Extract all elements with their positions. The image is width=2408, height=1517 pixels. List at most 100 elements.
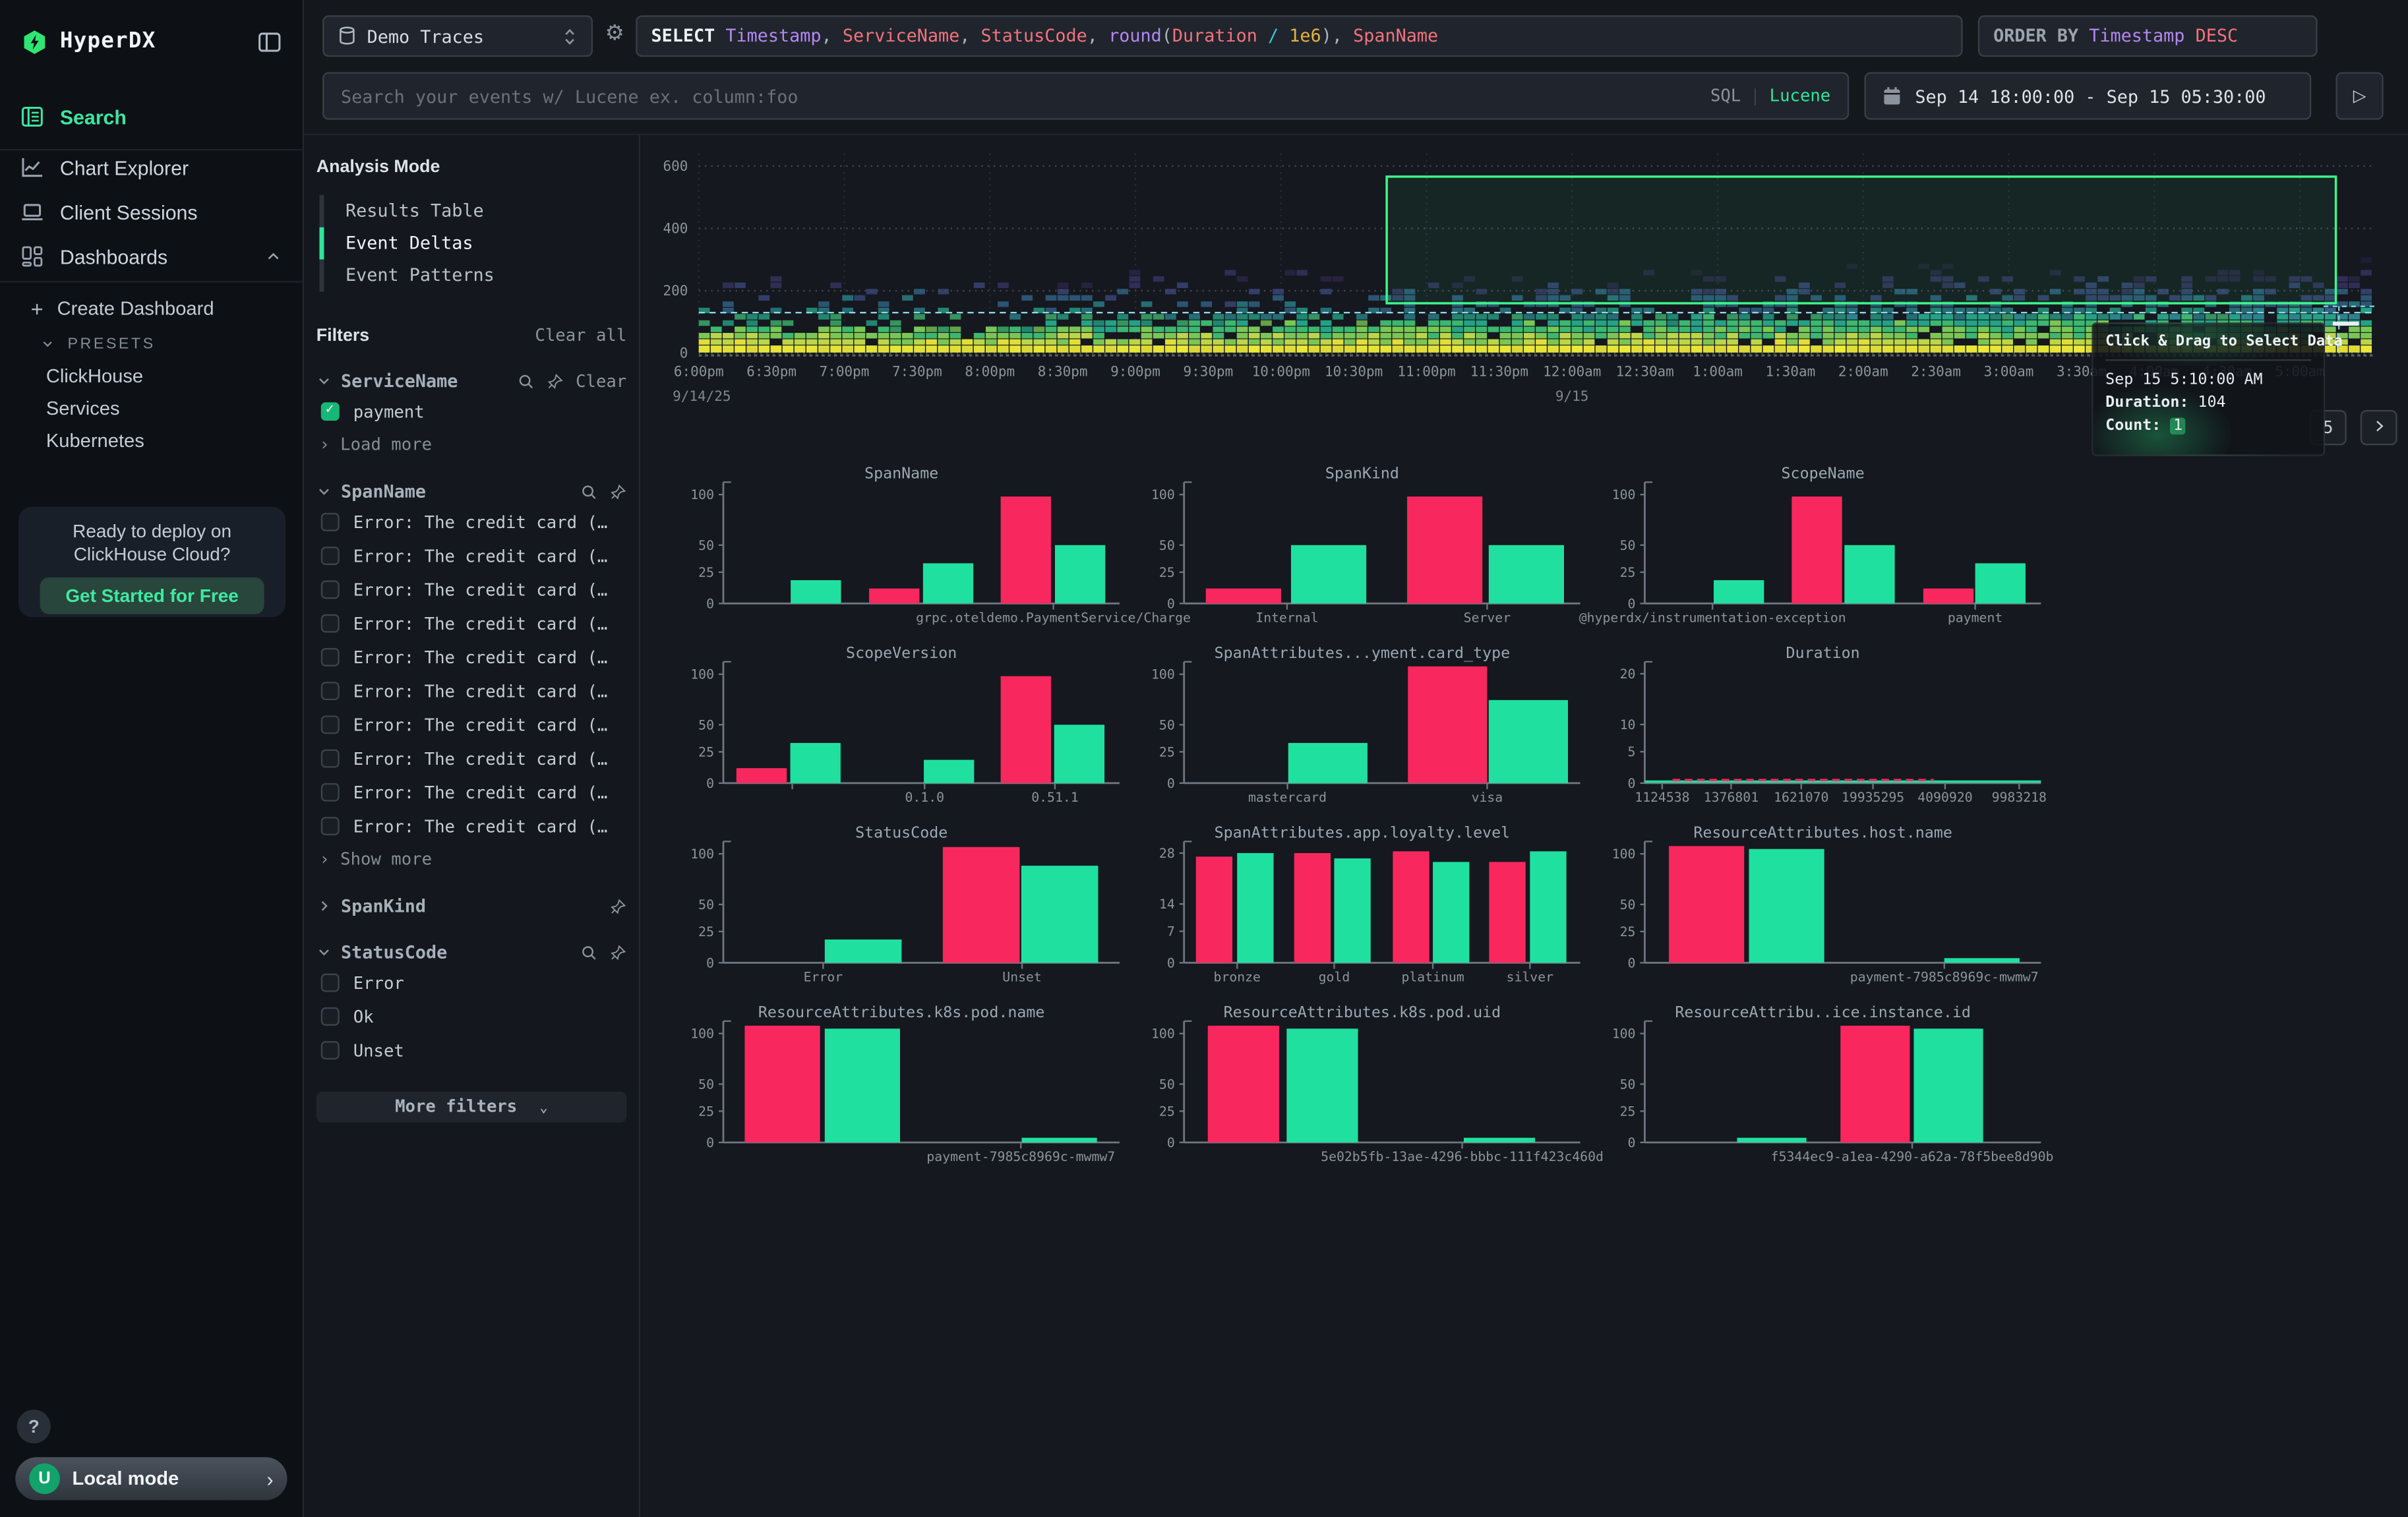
delta-chart-scopeversion: ScopeVersion025501000.1.00.51.1 [671, 640, 1132, 820]
analysis-mode-event-deltas[interactable]: Event Deltas [319, 227, 626, 260]
sidebar-item-search[interactable]: Search [0, 95, 303, 138]
help-button[interactable]: ? [17, 1410, 51, 1443]
filter-option[interactable]: Error: The credit card (… [316, 576, 626, 603]
more-filters-button[interactable]: More filters ⌄ [316, 1092, 626, 1123]
svg-text:1124538: 1124538 [1635, 790, 1689, 805]
order-by-input[interactable]: ORDER BY Timestamp DESC [1978, 15, 2318, 57]
sidebar-item-dashboards[interactable]: Dashboards [0, 235, 303, 278]
filter-option[interactable]: Error: The credit card (… [316, 745, 626, 773]
search-icon[interactable] [580, 943, 597, 961]
bar [1054, 725, 1104, 783]
run-query-button[interactable]: ▷ [2336, 72, 2384, 119]
charts-area: 02004006006:00pm6:30pm7:00pm7:30pm8:00pm… [640, 135, 2408, 1517]
analysis-mode-event-patterns[interactable]: Event Patterns [319, 260, 626, 292]
filter-option[interactable]: Error: The credit card (… [316, 779, 626, 806]
svg-text:ScopeVersion: ScopeVersion [846, 644, 957, 662]
checkbox[interactable] [321, 974, 340, 992]
svg-text:100: 100 [1151, 487, 1175, 502]
sql-select-input[interactable]: SELECT Timestamp, ServiceName, StatusCod… [636, 15, 1962, 57]
sidebar-item-kubernetes[interactable]: Kubernetes [0, 422, 303, 459]
mode-lucene-toggle[interactable]: Lucene [1770, 86, 1831, 105]
filter-group-name: StatusCode [341, 941, 447, 963]
checkbox[interactable] [321, 547, 340, 565]
checkbox[interactable] [321, 513, 340, 531]
date-range-picker[interactable]: Sep 14 18:00:00 - Sep 15 05:30:00 [1865, 72, 2312, 119]
filter-option[interactable]: Ok [316, 1003, 626, 1030]
filter-option[interactable]: Error: The credit card (… [316, 508, 626, 536]
filter-option-label: Error [353, 972, 404, 992]
checkbox[interactable] [321, 648, 340, 667]
collapse-panel-icon[interactable] [258, 32, 281, 51]
clear-filter-button[interactable]: Clear [576, 371, 626, 390]
clear-all-button[interactable]: Clear all [535, 326, 626, 345]
heatmap-selection[interactable] [1387, 177, 2335, 303]
filter-group-statuscode[interactable]: StatusCode [316, 941, 626, 963]
sidebar-item-label: Dashboards [60, 245, 264, 268]
checkbox[interactable] [321, 715, 340, 734]
svg-text:0: 0 [1167, 1135, 1175, 1150]
filter-option[interactable]: Error: The credit card (… [316, 711, 626, 738]
filter-option[interactable]: Error: The credit card (… [316, 610, 626, 638]
create-dashboard-button[interactable]: + Create Dashboard [0, 290, 303, 327]
svg-text:100: 100 [1612, 487, 1636, 502]
analysis-mode-tabs: Results TableEvent DeltasEvent Patterns [319, 195, 626, 292]
filter-option[interactable]: Error: The credit card (… [316, 812, 626, 840]
search-icon[interactable] [518, 372, 535, 390]
checkbox[interactable] [321, 580, 340, 599]
sidebar-item-services[interactable]: Services [0, 390, 303, 427]
checkbox[interactable] [321, 1041, 340, 1059]
checkbox[interactable] [321, 682, 340, 700]
get-started-button[interactable]: Get Started for Free [40, 578, 264, 614]
filter-option[interactable]: Error: The credit card (… [316, 677, 626, 705]
filter-group-name: SpanName [341, 481, 426, 502]
presets-toggle[interactable]: PRESETS [0, 326, 303, 363]
sidebar-item-client-sessions[interactable]: Client Sessions [0, 191, 303, 233]
filter-option[interactable]: Error: The credit card (… [316, 542, 626, 570]
pin-icon[interactable] [610, 897, 627, 914]
bar [1286, 1028, 1358, 1143]
sql-token: / [1257, 24, 1289, 46]
filter-group-spanname[interactable]: SpanName [316, 481, 626, 502]
sidebar-item-chart-explorer[interactable]: Chart Explorer [0, 146, 303, 189]
load-more-button[interactable]: ›Load more [316, 431, 626, 456]
show-more-button[interactable]: ›Show more [316, 846, 626, 870]
search-icon[interactable] [580, 483, 597, 500]
search-nav-icon [20, 104, 44, 129]
svg-text:100: 100 [1151, 1026, 1175, 1042]
checkbox[interactable] [321, 402, 340, 421]
svg-text:12:00am: 12:00am [1543, 364, 1601, 380]
checkbox[interactable] [321, 614, 340, 633]
checkbox[interactable] [321, 817, 340, 835]
filter-option[interactable]: payment [316, 398, 626, 425]
svg-text:@hyperdx/instrumentation-excep: @hyperdx/instrumentation-exception [1579, 610, 1846, 625]
filter-group-spankind[interactable]: SpanKind [316, 895, 626, 917]
filter-option[interactable]: Error [316, 969, 626, 997]
preset-label: ClickHouse [46, 365, 143, 387]
pin-icon[interactable] [547, 372, 564, 390]
bar [1844, 545, 1894, 604]
sql-token: StatusCode [981, 24, 1087, 46]
gear-icon[interactable]: ⚙ [605, 22, 624, 46]
svg-text:0: 0 [1628, 1135, 1636, 1150]
filter-group-servicename[interactable]: ServiceNameClear [316, 370, 626, 392]
source-select[interactable]: Demo Traces [322, 15, 593, 57]
checkbox[interactable] [321, 783, 340, 802]
search-input[interactable]: Search your events w/ Lucene ex. column:… [322, 72, 1849, 119]
pin-icon[interactable] [610, 943, 627, 961]
filter-option[interactable]: Unset [316, 1036, 626, 1064]
local-mode-button[interactable]: U Local mode › [15, 1457, 287, 1500]
bar [744, 1026, 820, 1143]
analysis-mode-results-table[interactable]: Results Table [319, 195, 626, 227]
pagination-next-button[interactable] [2361, 410, 2397, 446]
pin-icon[interactable] [610, 483, 627, 500]
sidebar-item-clickhouse[interactable]: ClickHouse [0, 358, 303, 395]
checkbox[interactable] [321, 1007, 340, 1026]
svg-text:2:30am: 2:30am [1911, 364, 1961, 380]
svg-text:0: 0 [706, 776, 714, 791]
bar [1196, 856, 1232, 963]
filter-option[interactable]: Error: The credit card (… [316, 643, 626, 671]
checkbox[interactable] [321, 750, 340, 768]
svg-text:11:30pm: 11:30pm [1470, 364, 1528, 380]
mode-sql-toggle[interactable]: SQL [1710, 86, 1741, 105]
hyperdx-app: HyperDX Search Chart Explorer [0, 0, 2408, 1517]
